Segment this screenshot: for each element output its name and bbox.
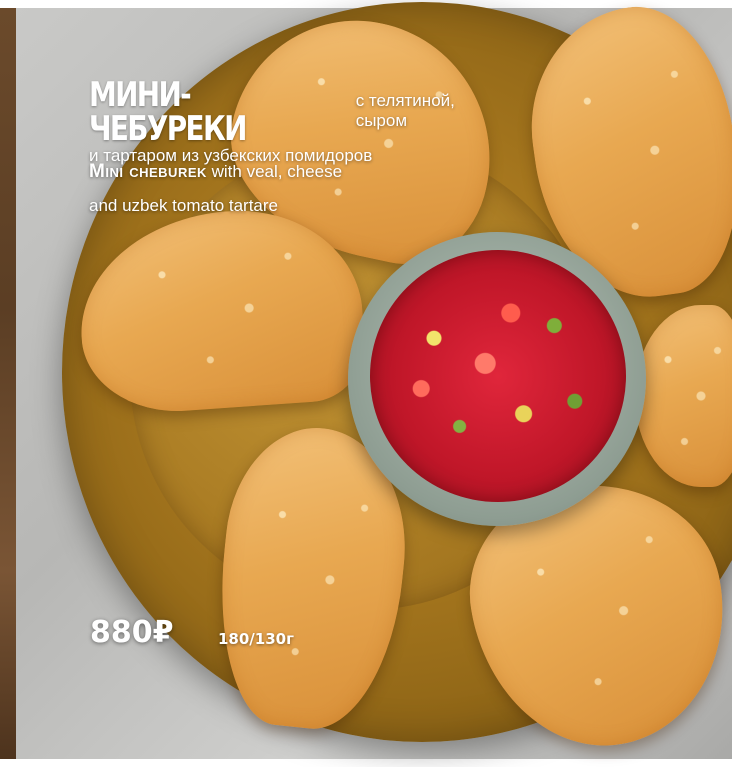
dish-title-ru-block: МИНИ-ЧЕБУРЕКИ с телятиной, сыром и тарта… (89, 78, 509, 166)
dish-title-en-block: Mini cheburek with veal, cheese and uzbe… (89, 155, 429, 223)
dish-title-ru: МИНИ-ЧЕБУРЕКИ (89, 75, 247, 149)
portion-weight: 180/130г (218, 630, 294, 648)
wood-edge (0, 8, 16, 759)
tomato-tartare (370, 250, 626, 502)
dish-description-ru: с телятиной, сыром (355, 91, 455, 130)
price: 880₽ (90, 615, 174, 650)
dish-title-en: Mini cheburek (89, 161, 207, 182)
dish-description-en-line2: and uzbek tomato tartare (89, 196, 279, 215)
menu-card: МИНИ-ЧЕБУРЕКИ с телятиной, сыром и тарта… (0, 0, 732, 767)
dish-description-en: with veal, cheese (211, 162, 343, 181)
